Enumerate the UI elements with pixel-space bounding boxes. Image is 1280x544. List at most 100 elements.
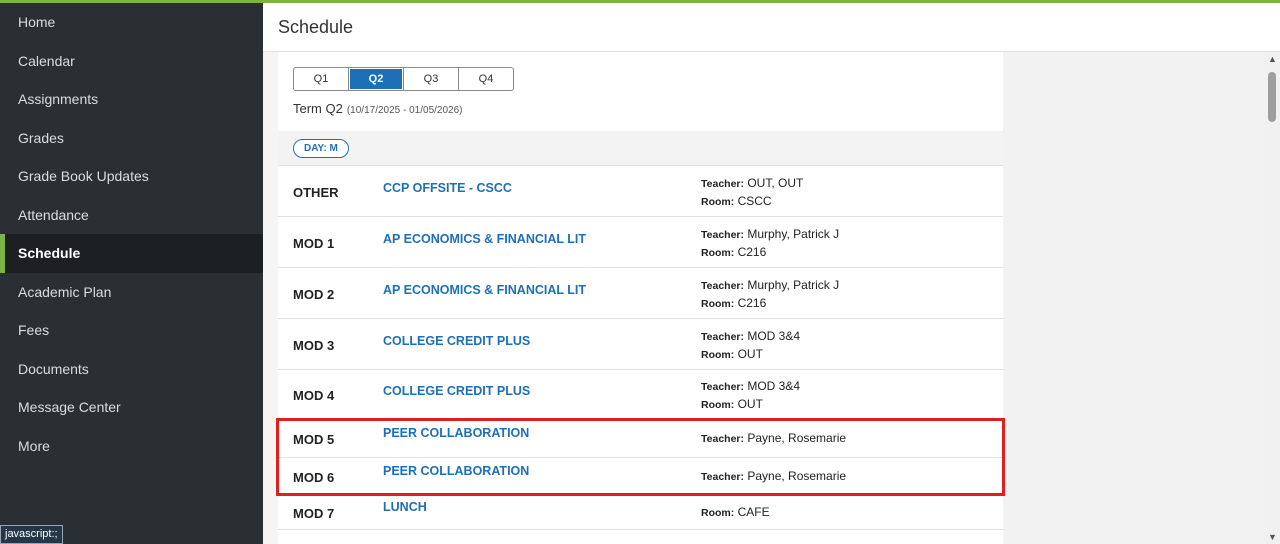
sidebar-item-message-center[interactable]: Message Center [0, 388, 263, 427]
room-line: Room: CSCC [701, 193, 803, 211]
page-header: Schedule [263, 3, 1280, 52]
course-link[interactable]: COLLEGE CREDIT PLUS [383, 384, 530, 398]
teacher-name: OUT, OUT [747, 176, 804, 190]
period-label: MOD 2 [293, 287, 335, 302]
room-line: Room: CAFE [701, 504, 770, 522]
room-label: Room: [701, 507, 735, 519]
room-value: OUT [737, 397, 763, 411]
scrollbar[interactable]: ▲ ▼ [1265, 52, 1280, 544]
section-details: Teacher: Murphy, Patrick J Room: C216 [701, 226, 839, 262]
teacher-label: Teacher: [701, 471, 744, 483]
term-label: Term Q2 [293, 101, 343, 116]
section-details: Teacher: Murphy, Patrick J Room: C216 [701, 277, 839, 313]
period-label: MOD 1 [293, 236, 335, 251]
tab-q4[interactable]: Q4 [458, 67, 514, 91]
course-link[interactable]: AP ECONOMICS & FINANCIAL LIT [383, 283, 586, 297]
course-link[interactable]: COLLEGE CREDIT PLUS [383, 334, 530, 348]
sidebar-item-attendance[interactable]: Attendance [0, 196, 263, 235]
day-filter-pill[interactable]: DAY: M [293, 139, 349, 158]
course-link[interactable]: CCP OFFSITE - CSCC [383, 181, 512, 195]
period-label: OTHER [293, 185, 339, 200]
schedule-row: MOD 7 LUNCH Room: CAFE [278, 495, 1003, 530]
teacher-line: Teacher: Murphy, Patrick J [701, 277, 839, 295]
sidebar-item-more[interactable]: More [0, 427, 263, 466]
period-label: MOD 4 [293, 388, 335, 403]
teacher-name: MOD 3&4 [747, 379, 801, 393]
room-line: Room: C216 [701, 244, 839, 262]
tab-q2[interactable]: Q2 [348, 67, 404, 91]
page-title: Schedule [278, 16, 354, 37]
room-label: Room: [701, 399, 735, 411]
schedule-panel: Q1 Q2 Q3 Q4 Term Q2 (10/17/2025 - 01/05/2… [278, 52, 1003, 544]
section-details: Teacher: MOD 3&4 Room: OUT [701, 328, 800, 364]
tab-q3[interactable]: Q3 [403, 67, 459, 91]
teacher-label: Teacher: [701, 381, 744, 393]
period-label: MOD 3 [293, 338, 335, 353]
room-label: Room: [701, 196, 735, 208]
room-label: Room: [701, 298, 735, 310]
schedule-row: MOD 3 COLLEGE CREDIT PLUS Teacher: MOD 3&4… [278, 319, 1003, 370]
teacher-line: Teacher: OUT, OUT [701, 175, 803, 193]
right-panel [1003, 52, 1265, 544]
sidebar-item-grades[interactable]: Grades [0, 119, 263, 158]
section-details: Teacher: OUT, OUT Room: CSCC [701, 175, 803, 211]
room-value: CSCC [737, 194, 772, 208]
course-link[interactable]: PEER COLLABORATION [383, 426, 529, 440]
teacher-name: Payne, Rosemarie [747, 469, 847, 483]
teacher-line: Teacher: MOD 3&4 [701, 328, 800, 346]
teacher-name: MOD 3&4 [747, 329, 801, 343]
course-link[interactable]: AP ECONOMICS & FINANCIAL LIT [383, 232, 586, 246]
room-line: Room: C216 [701, 295, 839, 313]
section-details: Teacher: Payne, Rosemarie [701, 468, 846, 486]
scroll-down-icon[interactable]: ▼ [1268, 532, 1277, 542]
teacher-name: Payne, Rosemarie [747, 431, 847, 445]
sidebar-item-home[interactable]: Home [0, 3, 263, 42]
room-label: Room: [701, 247, 735, 259]
teacher-name: Murphy, Patrick J [747, 278, 840, 292]
room-value: OUT [737, 347, 763, 361]
teacher-line: Teacher: Payne, Rosemarie [701, 430, 846, 448]
schedule-row: MOD 4 COLLEGE CREDIT PLUS Teacher: MOD 3&4… [278, 370, 1003, 420]
day-filter-bar: DAY: M [278, 131, 1003, 166]
sidebar-item-documents[interactable]: Documents [0, 350, 263, 389]
teacher-line: Teacher: Murphy, Patrick J [701, 226, 839, 244]
period-label: MOD 5 [293, 432, 335, 447]
teacher-label: Teacher: [701, 331, 744, 343]
sidebar-item-academic-plan[interactable]: Academic Plan [0, 273, 263, 312]
scroll-thumb[interactable] [1268, 72, 1276, 122]
teacher-label: Teacher: [701, 178, 744, 190]
sidebar-item-fees[interactable]: Fees [0, 311, 263, 350]
room-value: CAFE [737, 505, 770, 519]
room-value: C216 [737, 245, 767, 259]
section-details: Teacher: MOD 3&4 Room: OUT [701, 378, 800, 414]
tab-q1[interactable]: Q1 [293, 67, 349, 91]
scroll-up-icon[interactable]: ▲ [1268, 54, 1277, 64]
schedule-row: OTHER CCP OFFSITE - CSCC Teacher: OUT, OUT… [278, 166, 1003, 217]
period-label: MOD 6 [293, 470, 335, 485]
room-value: C216 [737, 296, 767, 310]
schedule-row: MOD 2 AP ECONOMICS & FINANCIAL LIT Teacher… [278, 268, 1003, 319]
period-label: MOD 7 [293, 506, 335, 521]
section-details: Teacher: Payne, Rosemarie [701, 430, 846, 448]
teacher-label: Teacher: [701, 433, 744, 445]
schedule-row: MOD 6 PEER COLLABORATION Teacher: Payne, R… [278, 458, 1003, 495]
sidebar-nav: Home Calendar Assignments Grades Grade B… [0, 3, 263, 544]
schedule-row: MOD 1 AP ECONOMICS & FINANCIAL LIT Teacher… [278, 217, 1003, 268]
teacher-label: Teacher: [701, 229, 744, 241]
teacher-line: Teacher: Payne, Rosemarie [701, 468, 846, 486]
section-details: Room: CAFE [701, 504, 770, 522]
schedule-list: OTHER CCP OFFSITE - CSCC Teacher: OUT, OUT… [278, 166, 1003, 530]
teacher-line: Teacher: MOD 3&4 [701, 378, 800, 396]
course-link[interactable]: PEER COLLABORATION [383, 464, 529, 478]
room-line: Room: OUT [701, 346, 800, 364]
link-status-tooltip: javascript:; [0, 525, 63, 544]
sidebar-item-assignments[interactable]: Assignments [0, 80, 263, 119]
sidebar-item-grade-book-updates[interactable]: Grade Book Updates [0, 157, 263, 196]
course-link[interactable]: LUNCH [383, 500, 427, 514]
term-range: (10/17/2025 - 01/05/2026) [346, 105, 463, 116]
sidebar-item-schedule[interactable]: Schedule [0, 234, 263, 273]
sidebar-item-calendar[interactable]: Calendar [0, 42, 263, 81]
room-line: Room: OUT [701, 396, 800, 414]
schedule-row: MOD 5 PEER COLLABORATION Teacher: Payne, R… [278, 420, 1003, 458]
room-label: Room: [701, 349, 735, 361]
